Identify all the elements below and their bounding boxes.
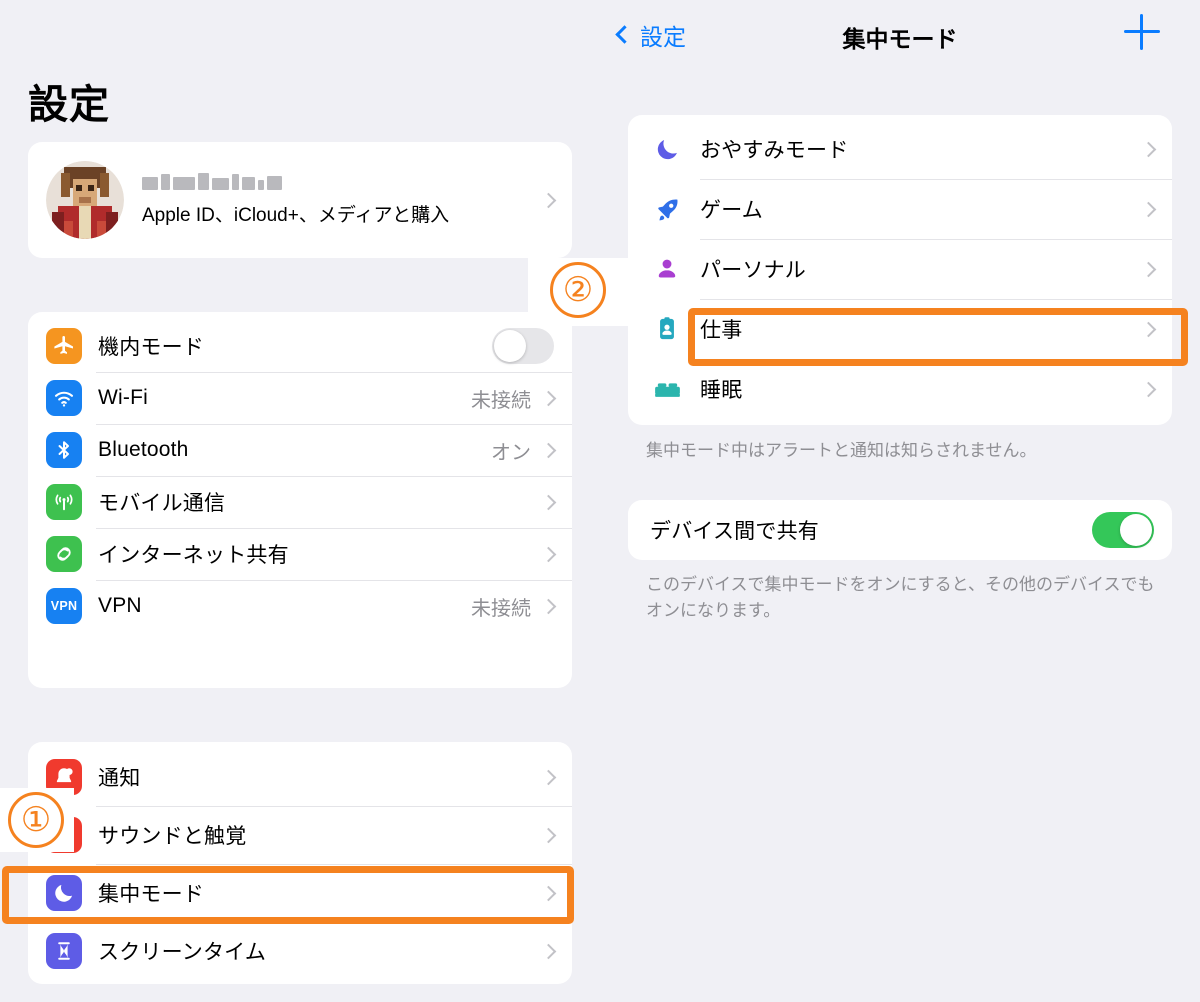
chevron-right-icon [1140,261,1157,277]
settings-row-label: VPN [98,594,142,617]
settings-row-label: インターネット共有 [98,544,289,567]
settings-row-screentime[interactable]: スクリーンタイム [28,922,572,980]
bluetooth-icon [46,432,82,468]
focus-row-label: パーソナル [700,259,806,282]
moon-icon [650,132,684,166]
settings-row-wifi[interactable]: Wi-Fi 未接続 [28,372,572,424]
settings-row-label: モバイル通信 [98,492,226,515]
settings-row-label: サウンドと触覚 [98,825,247,848]
focus-mode-pane: 設定 集中モード おやすみモード ゲーム パーソナル 仕事 睡眠 集中モード中は… [600,0,1200,1002]
hotspot-icon [46,536,82,572]
chevron-right-icon [540,827,557,843]
settings-row-label: 集中モード [98,883,204,906]
vpn-icon: VPN [46,588,82,624]
rocket-icon [650,192,684,226]
focus-row-do-not-disturb[interactable]: おやすみモード [628,119,1172,179]
settings-row-cellular[interactable]: モバイル通信 [28,476,572,528]
avatar [46,161,124,239]
settings-row-value: オン [491,441,531,464]
share-across-devices-card: デバイス間で共有 [628,500,1172,560]
chevron-right-icon [540,494,557,510]
step-badge-2: ② [550,262,606,318]
chevron-right-icon [1140,141,1157,157]
share-across-devices-toggle[interactable] [1092,512,1154,548]
nav-title: 集中モード [842,26,958,52]
focus-moon-icon [46,875,82,911]
plus-icon[interactable] [1124,14,1160,50]
notifications-settings-card: 通知 サウンドと触覚 集中モード スクリーンタイム [28,742,572,984]
chevron-right-icon [1140,381,1157,397]
focus-row-work[interactable]: 仕事 [628,299,1172,359]
settings-row-label: スクリーンタイム [98,941,267,964]
share-footnote: このデバイスで集中モードをオンにすると、その他のデバイスでもオンになります。 [646,575,1155,620]
screenshot-root: 設定 Apple ID、iCloud+、メディアと購入 機内モード Wi-Fi … [0,0,1200,1002]
chevron-right-icon [1140,201,1157,217]
focus-row-label: ゲーム [700,199,763,222]
chevron-right-icon [540,546,557,562]
wifi-icon [46,380,82,416]
focus-row-label: 仕事 [700,319,743,342]
settings-row-bluetooth[interactable]: Bluetooth オン [28,424,572,476]
airplane-mode-toggle[interactable] [492,328,554,364]
share-across-devices-label: デバイス間で共有 [650,520,819,543]
hourglass-icon [46,933,82,969]
settings-row-label: Wi-Fi [98,386,148,409]
settings-row-value: 未接続 [471,389,531,412]
chevron-right-icon [540,442,557,458]
chevron-right-icon [540,943,557,959]
network-settings-card: 機内モード Wi-Fi 未接続 Bluetooth オン モバイル通信 インター… [28,312,572,688]
chevron-right-icon [540,885,557,901]
settings-row-label: 通知 [98,767,141,790]
settings-row-focus[interactable]: 集中モード [28,864,572,922]
chevron-right-icon [1140,321,1157,337]
settings-row-label: Bluetooth [98,438,189,461]
person-icon [650,252,684,286]
page-title: 設定 [28,83,110,127]
account-name-redacted [142,173,449,190]
focus-row-sleep[interactable]: 睡眠 [628,359,1172,419]
settings-row-notifications[interactable]: 通知 [28,748,572,806]
step-badge-1: ① [8,792,64,848]
chevron-right-icon [540,192,557,208]
focus-row-gaming[interactable]: ゲーム [628,179,1172,239]
focus-list-card: おやすみモード ゲーム パーソナル 仕事 睡眠 [628,115,1172,425]
apple-id-card[interactable]: Apple ID、iCloud+、メディアと購入 [28,142,572,258]
chevron-right-icon [540,769,557,785]
settings-row-sounds[interactable]: サウンドと触覚 [28,806,572,864]
share-across-devices-row[interactable]: デバイス間で共有 [628,500,1172,560]
settings-pane: 設定 Apple ID、iCloud+、メディアと購入 機内モード Wi-Fi … [0,0,600,1002]
account-subtitle: Apple ID、iCloud+、メディアと購入 [142,205,450,226]
focus-footnote: 集中モード中はアラートと通知は知らされません。 [646,441,1037,460]
chevron-right-icon [540,390,557,406]
focus-row-personal[interactable]: パーソナル [628,239,1172,299]
focus-row-label: 睡眠 [700,379,743,402]
settings-row-label: 機内モード [98,336,204,359]
navigation-bar: 設定 集中モード [600,0,1200,72]
id-badge-icon [650,312,684,346]
settings-row-hotspot[interactable]: インターネット共有 [28,528,572,580]
chevron-right-icon [540,598,557,614]
airplane-icon [46,328,82,364]
focus-row-label: おやすみモード [700,139,849,162]
settings-row-vpn[interactable]: VPN VPN 未接続 [28,580,572,632]
settings-row-airplane[interactable]: 機内モード [28,320,572,372]
settings-row-value: 未接続 [471,597,531,620]
cellular-icon [46,484,82,520]
bed-icon [650,372,684,406]
